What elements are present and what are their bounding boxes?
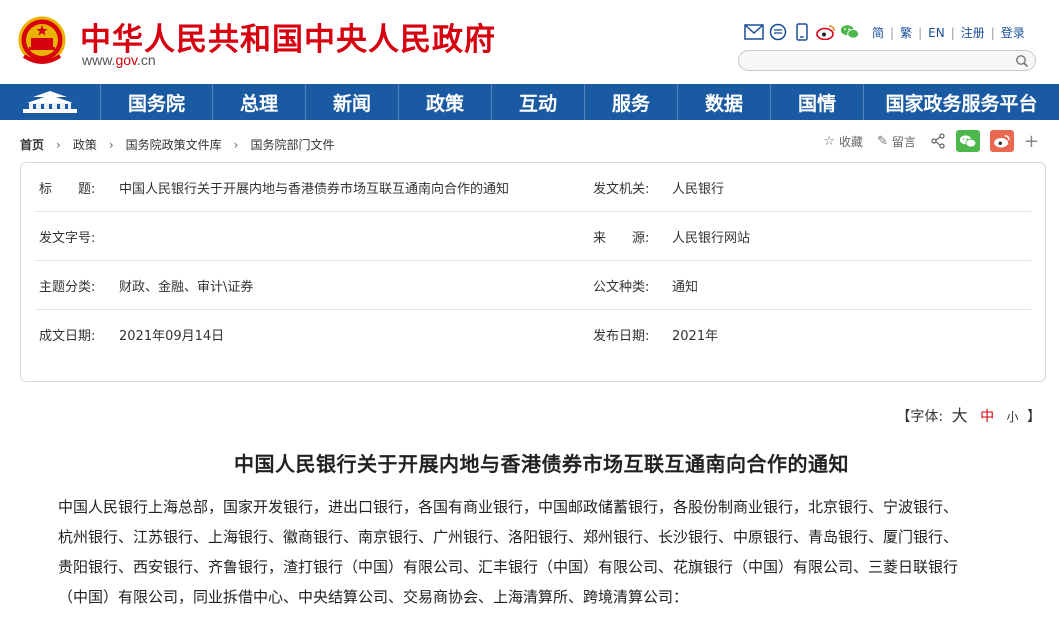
nav-service[interactable]: 服务: [585, 84, 678, 120]
site-header: 中华人民共和国中央人民政府 www.gov.cn 简 | 繁 | EN | 注册…: [0, 0, 1059, 84]
share-weibo-icon[interactable]: [989, 130, 1014, 152]
breadcrumb: 首页 › 政策 › 国务院政策文件库 › 国务院部门文件: [20, 136, 335, 153]
page-tools: ☆ 收藏 ✎ 留言 +: [809, 130, 1039, 152]
breadcrumb-department-docs[interactable]: 国务院部门文件: [250, 136, 334, 153]
separator: |: [890, 25, 895, 40]
nav-interaction[interactable]: 互动: [492, 84, 585, 120]
docno-label: 发文字号:: [39, 231, 96, 246]
source-value: 人民银行网站: [672, 231, 751, 246]
comment-label: 留言: [891, 134, 916, 149]
chevron-right-icon: ›: [233, 137, 239, 152]
topic-label: 主题分类:: [39, 280, 96, 295]
lang-simplified-link[interactable]: 简: [872, 24, 884, 41]
chevron-right-icon: ›: [56, 137, 61, 152]
font-size-large-button[interactable]: 大: [952, 406, 968, 425]
nav-premier[interactable]: 总理: [213, 84, 306, 120]
pen-icon: ✎: [876, 133, 888, 149]
info-row-dates: 成文日期: 2021年09月14日 发布日期: 2021年: [35, 310, 1031, 359]
font-size-medium-button[interactable]: 中: [980, 409, 994, 425]
article-line: 中国人民银行上海总部，国家开发银行，进出口银行，各国有商业银行，中国邮政储蓄银行…: [58, 498, 959, 516]
url-suffix: .cn: [137, 52, 156, 68]
search-input[interactable]: [738, 50, 1036, 71]
article-line: 杭州银行、江苏银行、上海银行、徽商银行、南京银行、广州银行、洛阳银行、郑州银行、…: [58, 528, 959, 546]
title-value: 中国人民银行关于开展内地与香港债券市场互联互通南向合作的通知: [119, 182, 510, 197]
separator: |: [918, 25, 923, 40]
font-size-small-button[interactable]: 小: [1007, 410, 1019, 424]
info-row-docno: 发文字号: 来 源: 人民银行网站: [35, 212, 1031, 261]
share-icon[interactable]: [930, 133, 946, 149]
nav-news[interactable]: 新闻: [306, 84, 399, 120]
national-emblem-icon[interactable]: [18, 16, 66, 66]
separator: |: [950, 25, 955, 40]
wechat-icon[interactable]: [840, 23, 860, 41]
published-date-value: 2021年: [672, 329, 719, 344]
nav-data[interactable]: 数据: [678, 84, 771, 120]
mobile-icon[interactable]: [792, 23, 812, 41]
title-label: 标 题:: [39, 182, 96, 197]
issuer-value: 人民银行: [672, 182, 725, 197]
article-title: 中国人民银行关于开展内地与香港债券市场互联互通南向合作的通知: [234, 452, 849, 476]
article-line: （中国）有限公司，同业拆借中心、中央结算公司、交易商协会、上海清算所、跨境清算公…: [58, 588, 689, 606]
lang-english-link[interactable]: EN: [928, 26, 945, 40]
url-gov: gov: [115, 52, 137, 68]
source-label: 来 源:: [593, 231, 650, 246]
login-link[interactable]: 登录: [1001, 24, 1025, 41]
font-size-selector: 【字体: 大 中 小 】: [896, 402, 1041, 426]
site-url[interactable]: www.gov.cn: [82, 52, 156, 68]
issuer-label: 发文机关:: [593, 182, 650, 197]
more-icon[interactable]: +: [1024, 131, 1039, 152]
mail-icon[interactable]: [744, 23, 764, 41]
nav-guowuyuan[interactable]: 国务院: [101, 84, 213, 120]
type-value: 通知: [672, 280, 699, 295]
published-date-label: 发布日期:: [593, 329, 650, 344]
written-date-value: 2021年09月14日: [119, 329, 225, 344]
info-row-title: 标 题: 中国人民银行关于开展内地与香港债券市场互联互通南向合作的通知 发文机关…: [35, 163, 1031, 212]
lang-traditional-link[interactable]: 繁: [900, 24, 912, 41]
search-icon[interactable]: [1015, 54, 1029, 68]
main-nav: 国务院 总理 新闻 政策 互动 服务 数据 国情 国家政务服务平台: [0, 84, 1059, 120]
nav-gov-service-platform[interactable]: 国家政务服务平台: [864, 84, 1059, 120]
breadcrumb-home[interactable]: 首页: [20, 136, 44, 153]
separator: |: [990, 25, 995, 40]
url-prefix: www.: [82, 52, 116, 68]
breadcrumb-policy[interactable]: 政策: [73, 136, 97, 153]
nav-national-info[interactable]: 国情: [771, 84, 864, 120]
document-info-box: 标 题: 中国人民银行关于开展内地与香港债券市场互联互通南向合作的通知 发文机关…: [20, 162, 1046, 382]
type-label: 公文种类:: [593, 280, 650, 295]
article-body: 中国人民银行上海总部，国家开发银行，进出口银行，各国有商业银行，中国邮政储蓄银行…: [58, 492, 1018, 612]
font-size-suffix: 】: [1027, 409, 1041, 425]
favorite-button[interactable]: ☆ 收藏: [823, 133, 863, 150]
star-icon: ☆: [823, 133, 835, 149]
breadcrumb-policy-library[interactable]: 国务院政策文件库: [126, 136, 222, 153]
weibo-icon[interactable]: [816, 23, 836, 41]
topic-value: 财政、金融、审计\证券: [119, 280, 254, 295]
font-size-prefix: 【字体:: [896, 409, 944, 425]
language-links: 简 | 繁 | EN | 注册 | 登录: [872, 24, 1025, 41]
comment-button[interactable]: ✎ 留言: [877, 133, 916, 150]
share-wechat-icon[interactable]: [955, 130, 980, 152]
message-icon[interactable]: [768, 23, 788, 41]
tiananmen-icon[interactable]: [0, 84, 101, 120]
chevron-right-icon: ›: [108, 137, 114, 152]
nav-policy[interactable]: 政策: [399, 84, 492, 120]
info-row-topic: 主题分类: 财政、金融、审计\证券 公文种类: 通知: [35, 261, 1031, 310]
top-icon-bar: [744, 22, 864, 42]
register-link[interactable]: 注册: [961, 24, 985, 41]
article-line: 贵阳银行、西安银行、齐鲁银行，渣打银行（中国）有限公司、汇丰银行（中国）有限公司…: [58, 558, 959, 576]
favorite-label: 收藏: [838, 134, 863, 149]
written-date-label: 成文日期:: [39, 329, 96, 344]
